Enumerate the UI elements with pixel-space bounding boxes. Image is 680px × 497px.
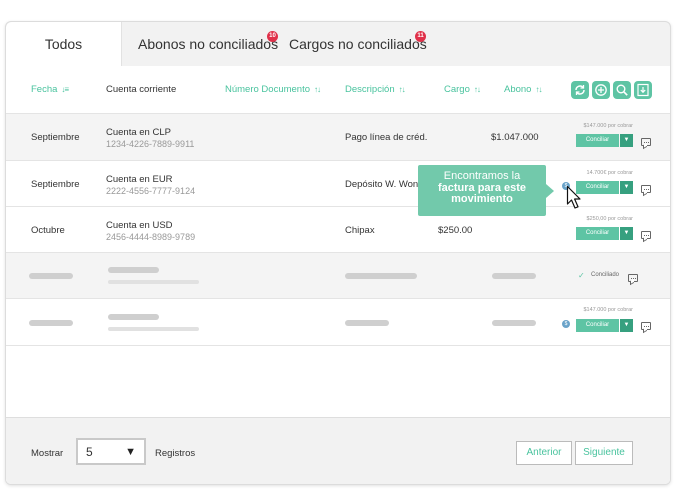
- mostrar-label: Mostrar: [31, 448, 64, 459]
- placeholder-row: ✓ Conciliado: [6, 253, 670, 299]
- add-icon[interactable]: [592, 81, 610, 99]
- sort-icon: ↑↓: [314, 85, 321, 94]
- tab-todos[interactable]: Todos: [6, 22, 122, 66]
- column-cuenta: Cuenta corriente: [106, 84, 176, 95]
- row-descripcion: Pago línea de créd.: [345, 132, 428, 143]
- info-icon[interactable]: $: [562, 320, 570, 328]
- placeholder-row: $147.000 por cobrar $ Conciliar ▼: [6, 299, 670, 346]
- skeleton-bar: [108, 280, 199, 284]
- conciliar-dropdown[interactable]: ▼: [620, 319, 633, 332]
- row-cargo: $250.00: [438, 225, 473, 236]
- match-tooltip: Encontramos la factura para este movimie…: [418, 165, 554, 216]
- search-icon[interactable]: [613, 81, 631, 99]
- row-numero: 2456-4444-8989-9789: [106, 232, 196, 242]
- table-panel: Fecha ↓≡ Cuenta corriente Número Document…: [6, 66, 670, 484]
- row-por-cobrar: 14.700€ por cobrar: [586, 170, 633, 176]
- tab-bar: Todos Abonos no conciliados 10 Cargos no…: [6, 22, 670, 66]
- refresh-icon[interactable]: [571, 81, 589, 99]
- page-size-select[interactable]: 5 ▼: [76, 438, 146, 465]
- conciliation-card: Todos Abonos no conciliados 10 Cargos no…: [5, 21, 671, 485]
- download-icon[interactable]: [634, 81, 652, 99]
- column-label: Cuenta corriente: [106, 84, 177, 95]
- skeleton-bar: [345, 273, 417, 279]
- sort-icon: ↑↓: [473, 85, 481, 94]
- registros-label: Registros: [155, 448, 196, 459]
- row-fecha: Septiembre: [31, 132, 80, 143]
- column-descripcion[interactable]: Descripción ↑↓: [345, 84, 406, 95]
- row-cuenta: Cuenta en CLP: [106, 127, 171, 138]
- table-row[interactable]: Septiembre Cuenta en CLP 1234-4226-7889-…: [6, 114, 670, 161]
- skeleton-bar: [492, 273, 536, 279]
- skeleton-bar: [108, 267, 159, 273]
- tab-label: Cargos no conciliados: [289, 36, 427, 52]
- row-por-cobrar: $250,00 por cobrar: [586, 216, 633, 222]
- column-label: Cargo: [444, 84, 470, 95]
- row-fecha: Octubre: [31, 225, 65, 236]
- conciliar-button[interactable]: Conciliar: [576, 134, 619, 147]
- row-numero: 1234-4226-7889-9911: [106, 139, 195, 149]
- comment-icon[interactable]: [641, 322, 651, 330]
- row-por-cobrar: $147.000 por cobrar: [583, 123, 633, 129]
- column-cargo[interactable]: Cargo ↑↓: [444, 84, 481, 95]
- column-fecha[interactable]: Fecha ↓≡: [31, 84, 69, 95]
- tooltip-line: Encontramos la: [443, 170, 521, 182]
- tooltip-line: movimiento: [451, 193, 513, 205]
- comment-icon[interactable]: [628, 274, 638, 282]
- mouse-cursor-icon: [566, 185, 581, 209]
- previous-page-button[interactable]: Anterior: [516, 441, 572, 465]
- skeleton-bar: [29, 320, 73, 326]
- column-label: Fecha: [31, 84, 58, 95]
- notification-badge: 10: [267, 31, 278, 42]
- row-por-cobrar: $147.000 por cobrar: [583, 307, 633, 313]
- comment-icon[interactable]: [641, 185, 651, 193]
- skeleton-bar: [345, 320, 389, 326]
- comment-icon[interactable]: [641, 231, 651, 239]
- row-cuenta: Cuenta en EUR: [106, 174, 173, 185]
- row-abono: $1.047.000: [491, 132, 539, 143]
- sort-desc-icon: ↓≡: [61, 85, 69, 94]
- row-descripcion: Depósito W. Won: [345, 179, 419, 190]
- skeleton-bar: [29, 273, 73, 279]
- sort-icon: ↑↓: [535, 85, 542, 94]
- page-size-value: 5: [86, 445, 93, 459]
- column-abono[interactable]: Abono ↑↓: [504, 84, 542, 95]
- tab-cargos-no-conciliados[interactable]: Cargos no conciliados 11: [289, 22, 427, 66]
- column-label: Número Documento: [225, 84, 311, 95]
- column-label: Abono: [504, 84, 532, 95]
- next-page-button[interactable]: Siguiente: [575, 441, 633, 465]
- table-row[interactable]: Octubre Cuenta en USD 2456-4444-8989-978…: [6, 207, 670, 253]
- table-header: Fecha ↓≡ Cuenta corriente Número Document…: [6, 66, 670, 114]
- conciliar-button[interactable]: Conciliar: [576, 227, 619, 240]
- skeleton-bar: [108, 327, 199, 331]
- sort-icon: ↑↓: [398, 85, 406, 94]
- conciliado-status: Conciliado: [591, 272, 620, 278]
- notification-badge: 11: [415, 31, 426, 42]
- tab-label: Abonos no conciliados: [138, 36, 279, 52]
- row-descripcion: Chipax: [345, 225, 375, 236]
- conciliar-button[interactable]: Conciliar: [576, 319, 619, 332]
- comment-icon[interactable]: [641, 138, 651, 146]
- row-fecha: Septiembre: [31, 179, 80, 190]
- table-footer: Mostrar 5 ▼ Registros Anterior Siguiente: [6, 417, 670, 484]
- column-documento[interactable]: Número Documento ↑↓: [225, 84, 321, 95]
- conciliar-dropdown[interactable]: ▼: [620, 227, 633, 240]
- row-cuenta: Cuenta en USD: [106, 220, 173, 231]
- conciliar-dropdown[interactable]: ▼: [620, 181, 633, 194]
- skeleton-bar: [108, 314, 159, 320]
- tab-abonos-no-conciliados[interactable]: Abonos no conciliados 10: [138, 22, 278, 66]
- skeleton-bar: [492, 320, 536, 326]
- column-label: Descripción: [345, 84, 395, 95]
- chevron-down-icon: ▼: [125, 446, 136, 458]
- row-numero: 2222-4556-7777-9124: [106, 186, 196, 196]
- conciliar-dropdown[interactable]: ▼: [620, 134, 633, 147]
- check-icon: ✓: [578, 271, 585, 280]
- tab-label: Todos: [44, 36, 83, 52]
